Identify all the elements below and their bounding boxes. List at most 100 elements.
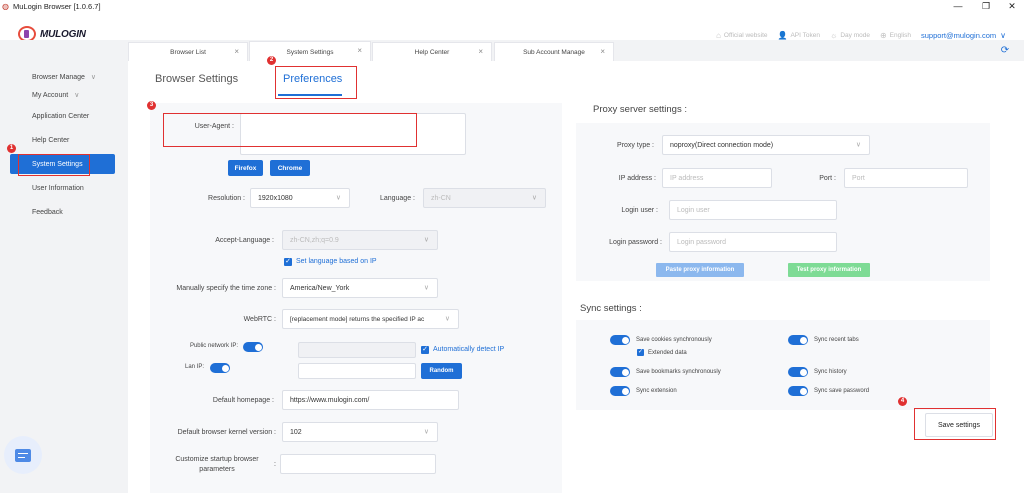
accept-language-value: zh-CN,zh;q=0.9 bbox=[290, 236, 339, 244]
header-links: ⌂ Official website 👤 API Token ☼ Day mod… bbox=[706, 31, 1006, 40]
chevron-down-icon: ∨ bbox=[335, 194, 341, 202]
close-tab-icon[interactable]: × bbox=[234, 47, 239, 56]
tab-label: Browser List bbox=[170, 48, 206, 56]
subtab-browser-settings[interactable]: Browser Settings bbox=[155, 73, 238, 85]
language-select[interactable]: zh-CN ∨ bbox=[423, 188, 546, 208]
restore-button[interactable]: ❐ bbox=[976, 0, 996, 12]
extended-data-checkbox[interactable]: ✓ bbox=[637, 349, 644, 356]
resolution-select[interactable]: 1920x1080 ∨ bbox=[250, 188, 350, 208]
random-button[interactable]: Random bbox=[421, 363, 462, 379]
tab-label: System Settings bbox=[286, 48, 334, 56]
webrtc-select[interactable]: [replacement mode] returns the specified… bbox=[282, 309, 459, 329]
home-icon: ⌂ bbox=[716, 31, 721, 40]
refresh-icon[interactable]: ⟳ bbox=[998, 44, 1012, 58]
close-tab-icon[interactable]: × bbox=[478, 47, 483, 56]
language-switch[interactable]: ⊕ English bbox=[880, 31, 911, 40]
startup-params-label-line2: parameters bbox=[199, 466, 235, 473]
annotation-badge-1: 1 bbox=[7, 144, 16, 153]
sync-recent-tabs-toggle[interactable] bbox=[788, 335, 808, 345]
sidebar-item-application-center[interactable]: Application Center bbox=[0, 106, 118, 126]
chevron-down-icon: ∨ bbox=[423, 428, 429, 436]
timezone-select[interactable]: America/New_York ∨ bbox=[282, 278, 438, 298]
login-user-label: Login user : bbox=[621, 207, 658, 214]
sidebar: Browser Manage ∨ My Account ∨ Applicatio… bbox=[0, 40, 128, 493]
chevron-down-icon: ∨ bbox=[423, 236, 429, 244]
startup-params-colon: : bbox=[274, 461, 276, 468]
sidebar-item-label: Help Center bbox=[32, 136, 70, 144]
ip-address-input[interactable]: IP address bbox=[662, 168, 772, 188]
day-mode-label: Day mode bbox=[840, 32, 870, 39]
auto-detect-ip-checkbox[interactable]: ✓ bbox=[421, 346, 429, 354]
sync-extension-toggle[interactable] bbox=[610, 386, 630, 396]
chevron-down-icon: ∨ bbox=[531, 194, 537, 202]
sync-password-toggle[interactable] bbox=[788, 386, 808, 396]
kernel-version-select[interactable]: 102 ∨ bbox=[282, 422, 438, 442]
api-token-link[interactable]: 👤 API Token bbox=[778, 31, 820, 40]
sidebar-item-label: Browser Manage bbox=[32, 73, 85, 81]
chevron-down-icon: ∨ bbox=[855, 141, 861, 149]
login-user-input[interactable]: Login user bbox=[669, 200, 837, 220]
paste-proxy-button[interactable]: Paste proxy information bbox=[656, 263, 744, 277]
app-header: MULOGIN ⌂ Official website 👤 API Token ☼… bbox=[0, 12, 1024, 42]
startup-params-input[interactable] bbox=[280, 454, 436, 474]
public-ip-input[interactable] bbox=[298, 342, 416, 358]
sync-section-title: Sync settings : bbox=[580, 303, 642, 314]
login-password-input[interactable]: Login password bbox=[669, 232, 837, 252]
sidebar-item-help-center[interactable]: Help Center bbox=[0, 130, 118, 150]
tab-help-center[interactable]: Help Center × bbox=[372, 42, 492, 61]
lan-ip-toggle[interactable] bbox=[210, 363, 230, 373]
webrtc-label: WebRTC : bbox=[243, 316, 276, 323]
minimize-button[interactable]: — bbox=[948, 0, 968, 12]
close-tab-icon[interactable]: × bbox=[600, 47, 605, 56]
account-menu[interactable]: support@mulogin.com ∨ bbox=[921, 31, 1006, 40]
sidebar-item-feedback[interactable]: Feedback bbox=[0, 202, 118, 222]
timezone-value: America/New_York bbox=[290, 284, 350, 292]
sidebar-item-label: User Information bbox=[32, 184, 84, 192]
language-label: Language : bbox=[379, 195, 415, 202]
ip-address-placeholder: IP address bbox=[670, 174, 704, 182]
startup-params-label-line1: Customize startup browser bbox=[175, 456, 259, 463]
firefox-button[interactable]: Firefox bbox=[228, 160, 263, 176]
save-cookies-toggle[interactable] bbox=[610, 335, 630, 345]
sync-history-label: Sync history bbox=[814, 369, 847, 375]
sidebar-item-label: My Account bbox=[32, 91, 69, 99]
port-label: Port : bbox=[819, 175, 836, 182]
kernel-version-value: 102 bbox=[290, 428, 302, 436]
lan-ip-label: Lan IP: bbox=[184, 364, 204, 370]
close-window-button[interactable]: ✕ bbox=[1002, 0, 1022, 12]
day-mode-toggle[interactable]: ☼ Day mode bbox=[830, 31, 870, 40]
sidebar-item-user-information[interactable]: User Information bbox=[0, 178, 118, 198]
sidebar-item-label: Application Center bbox=[32, 112, 90, 120]
proxy-section-title: Proxy server settings : bbox=[593, 104, 687, 115]
chrome-button[interactable]: Chrome bbox=[270, 160, 310, 176]
timezone-label: Manually specify the time zone : bbox=[176, 285, 276, 292]
close-tab-icon[interactable]: × bbox=[357, 46, 362, 55]
lan-ip-input[interactable] bbox=[298, 363, 416, 379]
resolution-value: 1920x1080 bbox=[258, 194, 293, 202]
accept-language-select[interactable]: zh-CN,zh;q=0.9 ∨ bbox=[282, 230, 438, 250]
proxy-type-select[interactable]: noproxy(Direct connection mode) ∨ bbox=[662, 135, 870, 155]
webrtc-value: [replacement mode] returns the specified… bbox=[290, 315, 425, 323]
save-bookmarks-toggle[interactable] bbox=[610, 367, 630, 377]
default-homepage-input[interactable]: https://www.mulogin.com/ bbox=[282, 390, 459, 410]
public-ip-toggle[interactable] bbox=[243, 342, 263, 352]
tab-browser-list[interactable]: Browser List × bbox=[128, 42, 248, 61]
official-website-link[interactable]: ⌂ Official website bbox=[716, 31, 767, 40]
sidebar-item-browser-manage[interactable]: Browser Manage ∨ bbox=[0, 67, 118, 87]
tab-label: Help Center bbox=[414, 48, 450, 56]
tab-sub-account-manage[interactable]: Sub Account Manage × bbox=[494, 42, 614, 61]
browser-settings-panel: User-Agent : Firefox Chrome Resolution :… bbox=[150, 103, 562, 493]
user-key-icon: 👤 bbox=[777, 31, 788, 40]
sync-history-toggle[interactable] bbox=[788, 367, 808, 377]
set-language-checkbox[interactable]: ✓ bbox=[284, 258, 292, 266]
support-chat-button[interactable] bbox=[4, 436, 42, 474]
sidebar-item-my-account[interactable]: My Account ∨ bbox=[0, 85, 118, 105]
annotation-badge-3: 3 bbox=[147, 101, 156, 110]
sync-recent-tabs-label: Sync recent tabs bbox=[814, 337, 859, 343]
set-language-label: Set language based on IP bbox=[296, 258, 377, 265]
proxy-type-value: noproxy(Direct connection mode) bbox=[670, 141, 774, 149]
save-cookies-label: Save cookies synchronously bbox=[636, 337, 712, 343]
port-input[interactable]: Port bbox=[844, 168, 968, 188]
app-logo-icon: ◍ bbox=[2, 1, 9, 11]
test-proxy-button[interactable]: Test proxy information bbox=[788, 263, 870, 277]
